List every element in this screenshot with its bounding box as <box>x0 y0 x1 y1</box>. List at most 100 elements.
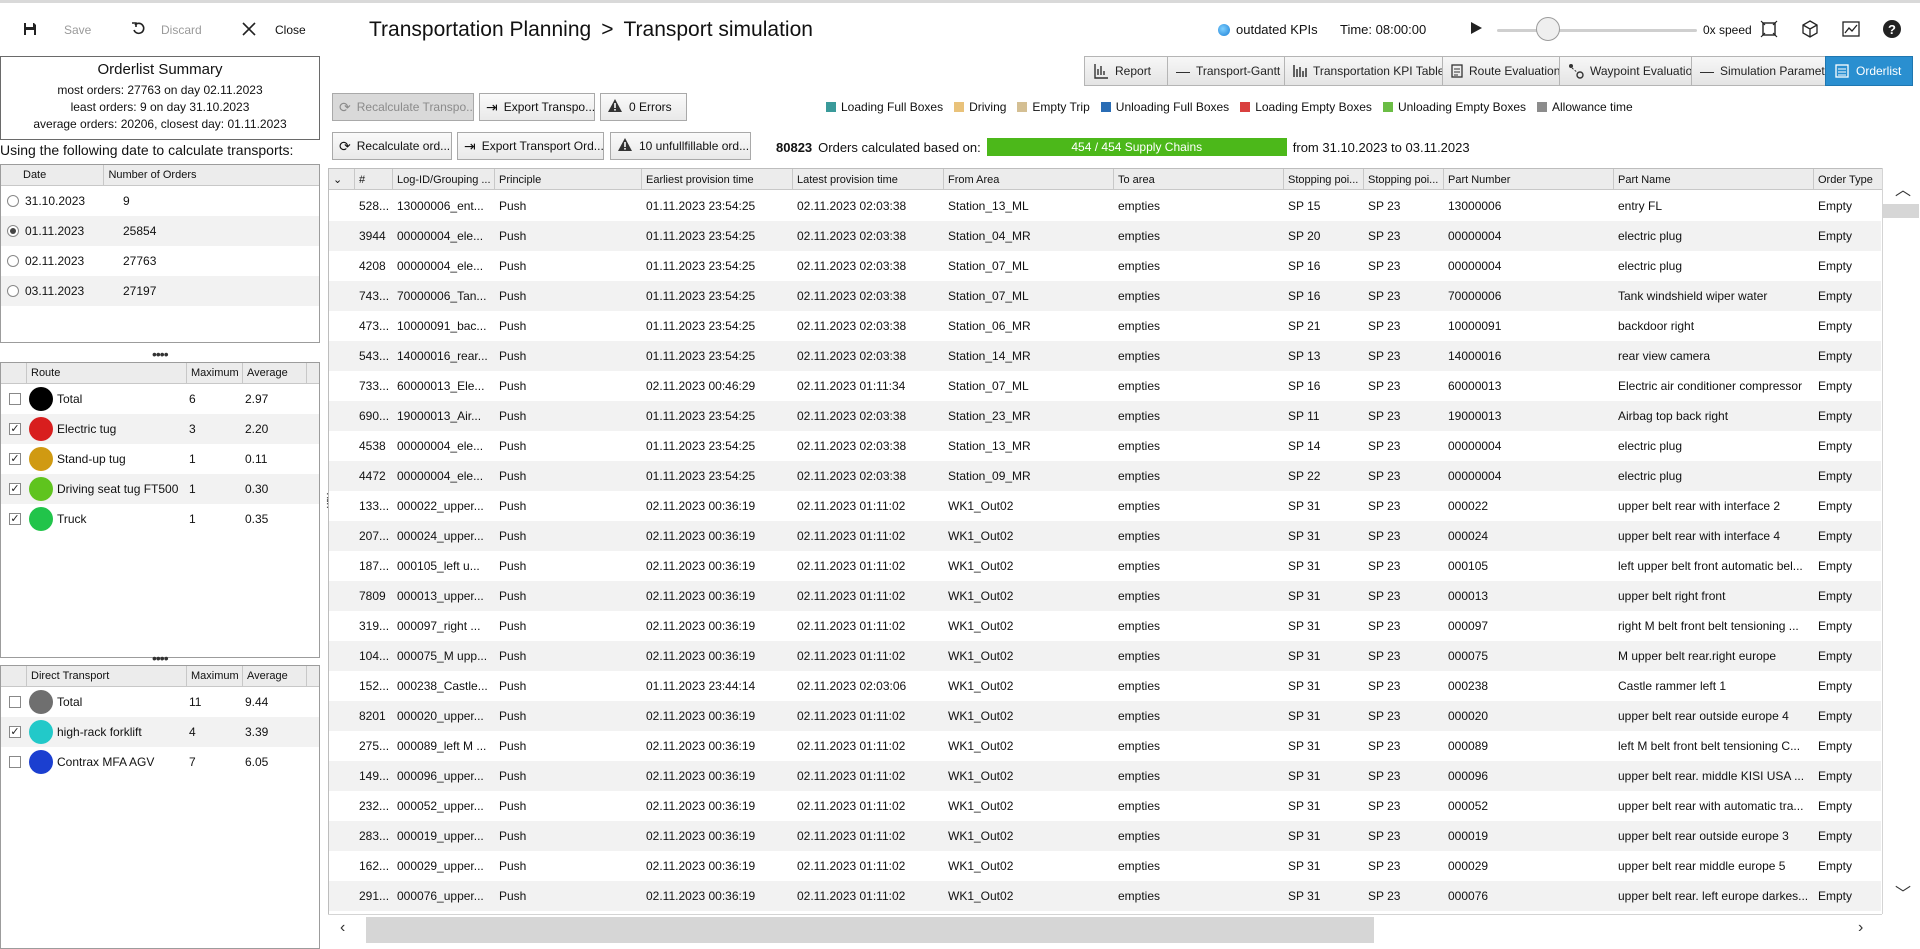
view-route-evaluation-button[interactable]: Route Evaluation <box>1442 56 1560 86</box>
scroll-right-icon[interactable]: › <box>1858 919 1863 937</box>
export-transports-button[interactable]: ⇥ Export Transpo... <box>479 93 595 121</box>
column-menu-icon[interactable]: ⌄ <box>329 169 355 190</box>
table-row[interactable]: 8201 000020_upper... Push 02.11.2023 00:36:… <box>329 701 1881 731</box>
table-row[interactable]: 743... 70000006_Tan... Push 01.11.2023 23:5… <box>329 281 1881 311</box>
splitter-handle[interactable]: •••• <box>152 346 169 362</box>
direct-transport-checkbox[interactable] <box>9 756 21 768</box>
table-row[interactable]: 275... 000089_left M ... Push 02.11.2023 00… <box>329 731 1881 761</box>
chart-icon[interactable] <box>1840 18 1862 40</box>
table-row[interactable]: 152... 000238_Castle... Push 01.11.2023 23:… <box>329 671 1881 701</box>
vertical-scroll-thumb[interactable] <box>1883 204 1919 218</box>
speed-slider-handle[interactable] <box>1536 17 1560 41</box>
column-header-to-area[interactable]: To area <box>1114 169 1284 190</box>
column-header-average[interactable]: Average <box>243 363 307 383</box>
errors-button[interactable]: 0 Errors <box>600 93 687 121</box>
table-row[interactable]: 690... 19000013_Air... Push 01.11.2023 23:5… <box>329 401 1881 431</box>
column-header-principle[interactable]: Principle <box>495 169 642 190</box>
play-icon[interactable] <box>1471 22 1482 34</box>
help-icon[interactable]: ? <box>1881 18 1903 40</box>
route-checkbox[interactable]: ✓ <box>9 513 21 525</box>
date-row[interactable]: 31.10.2023 9 <box>1 186 319 216</box>
column-header-part-name[interactable]: Part Name <box>1614 169 1814 190</box>
view-kpi-table-button[interactable]: Transportation KPI Table <box>1284 56 1444 86</box>
date-radio[interactable] <box>7 195 19 207</box>
table-row[interactable]: 543... 14000016_rear... Push 01.11.2023 23:… <box>329 341 1881 371</box>
table-row[interactable]: 3944 00000004_ele... Push 01.11.2023 23:54:… <box>329 221 1881 251</box>
column-header-route[interactable]: Route <box>27 363 187 383</box>
view-gantt-button[interactable]: — Transport-Gantt <box>1167 56 1285 86</box>
unfulfillable-orders-button[interactable]: 10 unfullfillable ord... <box>610 132 751 160</box>
table-row[interactable]: 528... 13000006_ent... Push 01.11.2023 23:5… <box>329 191 1881 221</box>
splitter-handle[interactable]: •••• <box>152 650 169 666</box>
earliest-time-cell: 02.11.2023 00:36:19 <box>646 559 756 573</box>
column-header-maximum[interactable]: Maximum <box>187 363 243 383</box>
close-button[interactable]: Close <box>241 18 306 42</box>
table-row[interactable]: 133... 000022_upper... Push 02.11.2023 00:3… <box>329 491 1881 521</box>
column-header-stopping-point-2[interactable]: Stopping poi... <box>1364 169 1444 190</box>
column-header-part-number[interactable]: Part Number <box>1444 169 1614 190</box>
table-row[interactable]: 319... 000097_right ... Push 02.11.2023 00:… <box>329 611 1881 641</box>
date-radio[interactable] <box>7 255 19 267</box>
date-row[interactable]: 02.11.2023 27763 <box>1 246 319 276</box>
speed-slider-track[interactable] <box>1497 29 1697 32</box>
table-row[interactable]: 232... 000052_upper... Push 02.11.2023 00:3… <box>329 791 1881 821</box>
table-row[interactable]: 7809 000013_upper... Push 02.11.2023 00:36:… <box>329 581 1881 611</box>
column-header-maximum[interactable]: Maximum <box>187 666 243 686</box>
vertical-scrollbar[interactable]: ︿ ﹀ <box>1882 168 1920 914</box>
scroll-left-icon[interactable]: ‹ <box>340 919 345 937</box>
view-orderlist-button[interactable]: Orderlist <box>1825 56 1913 86</box>
column-header-latest-time[interactable]: Latest provision time <box>793 169 944 190</box>
table-row[interactable]: 207... 000024_upper... Push 02.11.2023 00:3… <box>329 521 1881 551</box>
recalculate-transports-button[interactable]: ⟳ Recalculate Transpo... <box>332 93 474 121</box>
breadcrumb-root[interactable]: Transportation Planning <box>369 18 591 41</box>
column-header-log-id[interactable]: Log-ID/Grouping ... <box>393 169 495 190</box>
export-orders-button[interactable]: ⇥ Export Transport Ord... <box>457 132 604 160</box>
horizontal-scroll-thumb[interactable] <box>366 917 1374 943</box>
table-row[interactable]: 187... 000105_left u... Push 02.11.2023 00:… <box>329 551 1881 581</box>
direct-transport-checkbox[interactable] <box>9 696 21 708</box>
stopping-point-1-cell: SP 22 <box>1288 469 1321 483</box>
scroll-up-icon[interactable]: ︿ <box>1895 176 1911 200</box>
column-header-orders[interactable]: Number of Orders <box>104 165 319 185</box>
column-header-order-type[interactable]: Order Type <box>1814 169 1884 190</box>
table-row[interactable]: 283... 000019_upper... Push 02.11.2023 00:3… <box>329 821 1881 851</box>
table-row[interactable]: 104... 000075_M upp... Push 02.11.2023 00:3… <box>329 641 1881 671</box>
view-simulation-parameter-button[interactable]: — Simulation Parameter <box>1691 56 1835 86</box>
horizontal-scrollbar[interactable]: ‹ › <box>328 914 1882 944</box>
column-header-stopping-point-1[interactable]: Stopping poi... <box>1284 169 1364 190</box>
table-row[interactable]: 162... 000029_upper... Push 02.11.2023 00:3… <box>329 851 1881 881</box>
fit-view-icon[interactable] <box>1758 18 1780 40</box>
route-checkbox[interactable] <box>9 393 21 405</box>
table-row[interactable]: 4208 00000004_ele... Push 01.11.2023 23:54:… <box>329 251 1881 281</box>
route-checkbox[interactable]: ✓ <box>9 453 21 465</box>
discard-button[interactable]: Discard <box>131 18 202 42</box>
view-waypoint-evaluation-button[interactable]: Waypoint Evaluation <box>1559 56 1699 86</box>
date-row[interactable]: 01.11.2023 25854 <box>1 216 319 246</box>
scroll-down-icon[interactable]: ﹀ <box>1895 880 1911 904</box>
save-button[interactable]: Save <box>22 18 91 42</box>
table-row[interactable]: 4538 00000004_ele... Push 01.11.2023 23:54:… <box>329 431 1881 461</box>
recalculate-orders-button[interactable]: ⟳ Recalculate ord... <box>332 132 452 160</box>
view-report-button[interactable]: Report <box>1084 56 1168 86</box>
number-cell: 733... <box>359 379 390 393</box>
table-row[interactable]: 291... 000076_upper... Push 02.11.2023 00:3… <box>329 881 1881 911</box>
table-row[interactable]: 733... 60000013_Ele... Push 02.11.2023 00:4… <box>329 371 1881 401</box>
direct-transport-checkbox[interactable]: ✓ <box>9 726 21 738</box>
route-checkbox[interactable]: ✓ <box>9 483 21 495</box>
order-type-cell: Empty <box>1818 559 1853 573</box>
date-row[interactable]: 03.11.2023 27197 <box>1 276 319 306</box>
table-row[interactable]: 4472 00000004_ele... Push 01.11.2023 23:54:… <box>329 461 1881 491</box>
date-radio[interactable] <box>7 285 19 297</box>
table-row[interactable]: 149... 000096_upper... Push 02.11.2023 00:3… <box>329 761 1881 791</box>
3d-box-icon[interactable] <box>1799 18 1821 40</box>
column-header-average[interactable]: Average <box>243 666 307 686</box>
column-header-direct-transport[interactable]: Direct Transport <box>27 666 187 686</box>
column-header-from-area[interactable]: From Area <box>944 169 1114 190</box>
column-header-date[interactable]: Date <box>1 165 105 185</box>
column-header-earliest-time[interactable]: Earliest provision time <box>642 169 793 190</box>
direct-transport-color-icon <box>29 720 53 744</box>
date-radio[interactable] <box>7 225 19 237</box>
column-header-number[interactable]: # <box>355 169 393 190</box>
table-row[interactable]: 473... 10000091_bac... Push 01.11.2023 23:5… <box>329 311 1881 341</box>
route-checkbox[interactable]: ✓ <box>9 423 21 435</box>
